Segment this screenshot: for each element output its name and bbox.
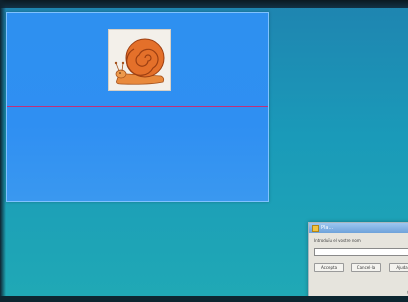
name-input[interactable]: [314, 248, 408, 256]
dialog-title: Pla...: [321, 225, 334, 231]
snail-icon: [114, 38, 165, 85]
accept-button[interactable]: Accepta: [314, 263, 344, 272]
monitor-bezel-top: [0, 0, 408, 8]
cancel-button[interactable]: Cancel·la: [351, 263, 381, 272]
input-dialog: Pla... Introduïu el vostre nom Accepta C…: [308, 222, 408, 302]
activity-canvas-window[interactable]: [6, 12, 269, 202]
help-button[interactable]: Ajuda: [389, 263, 408, 272]
snail-image-card[interactable]: [108, 29, 171, 91]
dialog-titlebar[interactable]: Pla...: [309, 223, 408, 233]
monitor-bezel-bottom: [0, 296, 408, 302]
app-icon: [312, 224, 319, 232]
dialog-prompt-label: Introduïu el vostre nom: [314, 238, 361, 243]
horizontal-guide-line: [7, 106, 268, 107]
desktop-screen: Pla... Introduïu el vostre nom Accepta C…: [0, 0, 408, 302]
